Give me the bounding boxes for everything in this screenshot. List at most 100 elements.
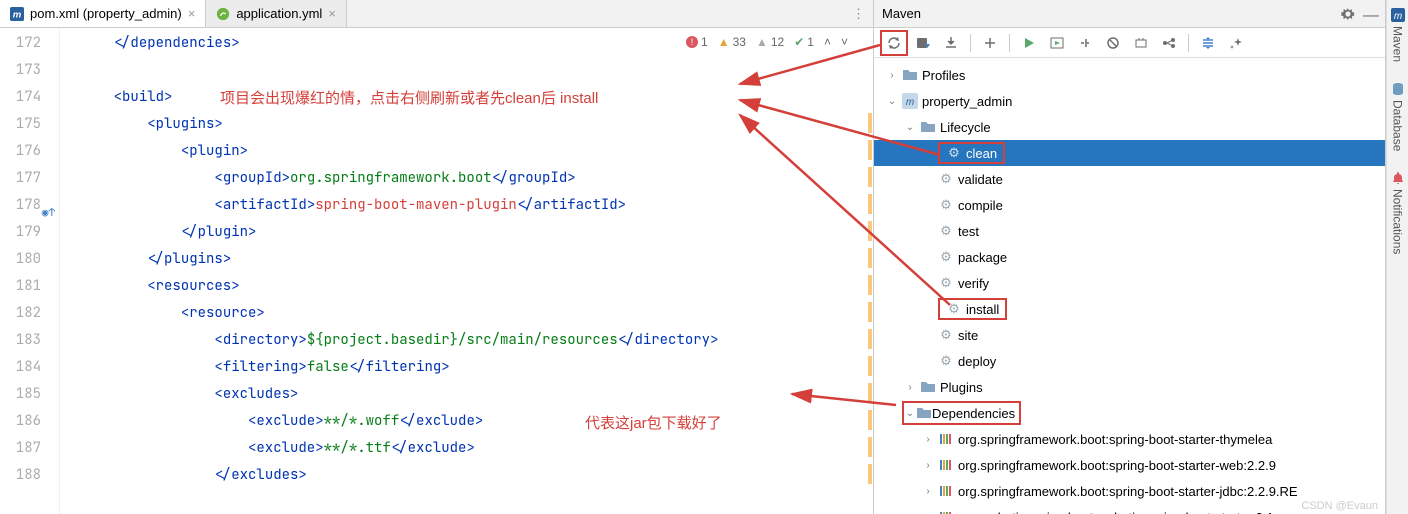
node-label: compile	[958, 198, 1003, 213]
line-number: 175	[0, 111, 41, 138]
show-deps-button[interactable]	[1156, 31, 1182, 55]
database-icon	[1391, 82, 1405, 96]
library-icon	[938, 483, 954, 499]
node-label: org.springframework.boot:spring-boot-sta…	[958, 432, 1272, 447]
settings-button[interactable]	[1223, 31, 1249, 55]
folder-icon	[920, 119, 936, 135]
lifecycle-validate[interactable]: ⚙ validate	[874, 166, 1385, 192]
tab-yml[interactable]: application.yml ×	[206, 0, 347, 27]
lifecycle-package[interactable]: ⚙ package	[874, 244, 1385, 270]
reload-highlight-box	[880, 30, 908, 56]
code-line[interactable]: <resource>	[80, 300, 863, 327]
code-line[interactable]: <exclude>**/*.woff</exclude>	[80, 408, 863, 435]
download-button[interactable]	[938, 31, 964, 55]
node-label: Lifecycle	[940, 120, 991, 135]
close-icon[interactable]: ×	[328, 6, 336, 21]
code-line[interactable]: </plugin>	[80, 219, 863, 246]
code-line[interactable]: </dependencies>	[80, 30, 863, 57]
lifecycle-install[interactable]: ⚙ install	[874, 296, 1385, 322]
code-line[interactable]: <artifactId>spring-boot-maven-plugin</ar…	[80, 192, 863, 219]
node-label: Plugins	[940, 380, 983, 395]
code-line[interactable]: <exclude>**/*.ttf</exclude>	[80, 435, 863, 462]
tree-profiles[interactable]: › Profiles	[874, 62, 1385, 88]
gear-icon: ⚙	[938, 249, 954, 265]
node-label: install	[966, 302, 999, 317]
line-number: 186	[0, 408, 41, 435]
code-line[interactable]: </plugins>	[80, 246, 863, 273]
code-line[interactable]: <groupId>org.springframework.boot</group…	[80, 165, 863, 192]
code-line[interactable]: <filtering>false</filtering>	[80, 354, 863, 381]
add-button[interactable]	[977, 31, 1003, 55]
tree-dependencies[interactable]: ⌄ Dependencies	[874, 400, 1385, 426]
code-line[interactable]: </excludes>	[80, 462, 863, 489]
reload-button[interactable]	[882, 31, 906, 55]
run-config-button[interactable]	[1044, 31, 1070, 55]
node-label: site	[958, 328, 978, 343]
run-button[interactable]	[1016, 31, 1042, 55]
editor-pane: m pom.xml (property_admin) × application…	[0, 0, 874, 514]
lifecycle-clean[interactable]: ⚙clean	[874, 140, 1385, 166]
rail-maven[interactable]: m Maven	[1391, 8, 1405, 62]
gear-icon: ⚙	[938, 171, 954, 187]
tab-pom[interactable]: m pom.xml (property_admin) ×	[0, 0, 206, 27]
code-line[interactable]	[80, 57, 863, 84]
lifecycle-verify[interactable]: ⚙ verify	[874, 270, 1385, 296]
close-icon[interactable]: ×	[188, 6, 196, 21]
svg-text:m: m	[13, 9, 22, 20]
line-number: 172	[0, 30, 41, 57]
library-icon	[938, 431, 954, 447]
library-icon	[938, 509, 954, 514]
line-number: 173	[0, 57, 41, 84]
offline-button[interactable]	[1128, 31, 1154, 55]
code-line[interactable]: <resources>	[80, 273, 863, 300]
code-line[interactable]: <plugins>	[80, 111, 863, 138]
svg-text:m: m	[1393, 11, 1401, 22]
lifecycle-deploy[interactable]: ⚙ deploy	[874, 348, 1385, 374]
node-label: test	[958, 224, 979, 239]
toggle-skip-tests-button[interactable]	[1072, 31, 1098, 55]
maven-tool-window: Maven — › Profiles⌄m property_admin⌄ Lif…	[874, 0, 1386, 514]
node-label: org.springframework.boot:spring-boot-sta…	[958, 484, 1298, 499]
tabs-more-icon[interactable]: ⋮	[844, 6, 873, 22]
gear-icon[interactable]	[1341, 7, 1355, 21]
minimize-icon[interactable]: —	[1363, 7, 1377, 21]
line-number: 177	[0, 165, 41, 192]
node-label: package	[958, 250, 1007, 265]
node-label: deploy	[958, 354, 996, 369]
tree-plugins[interactable]: › Plugins	[874, 374, 1385, 400]
skip-tests-button[interactable]	[1100, 31, 1126, 55]
folder-icon	[920, 379, 936, 395]
node-label: org.springframework.boot:spring-boot-sta…	[958, 458, 1276, 473]
node-label: clean	[966, 146, 997, 161]
svg-text:m: m	[906, 97, 914, 108]
node-label: Dependencies	[932, 406, 1015, 421]
gear-icon: ⚙	[946, 301, 962, 317]
lifecycle-compile[interactable]: ⚙ compile	[874, 192, 1385, 218]
lifecycle-test[interactable]: ⚙ test	[874, 218, 1385, 244]
rail-database[interactable]: Database	[1391, 82, 1405, 151]
code-line[interactable]: <excludes>	[80, 381, 863, 408]
dependency-item[interactable]: › org.springframework.boot:spring-boot-s…	[874, 452, 1385, 478]
line-number: 178◉↑	[0, 192, 41, 219]
line-number: 174	[0, 84, 41, 111]
line-number: 184	[0, 354, 41, 381]
rail-notifications[interactable]: Notifications	[1391, 171, 1405, 254]
maven-tree[interactable]: › Profiles⌄m property_admin⌄ Lifecycle ⚙…	[874, 58, 1385, 514]
gear-icon: ⚙	[938, 353, 954, 369]
generate-sources-button[interactable]	[910, 31, 936, 55]
tree-project[interactable]: ⌄m property_admin	[874, 88, 1385, 114]
collapse-button[interactable]	[1195, 31, 1221, 55]
line-number: 181	[0, 273, 41, 300]
lifecycle-site[interactable]: ⚙ site	[874, 322, 1385, 348]
dependency-item[interactable]: › org.springframework.boot:spring-boot-s…	[874, 426, 1385, 452]
right-tool-rail: m Maven Database Notifications	[1386, 0, 1408, 514]
editor-tabs: m pom.xml (property_admin) × application…	[0, 0, 873, 28]
code-line[interactable]: <directory>${project.basedir}/src/main/r…	[80, 327, 863, 354]
code-line[interactable]: <build>	[80, 84, 863, 111]
code-content[interactable]: </dependencies> <build> <plugins> <plugi…	[60, 28, 863, 514]
code-editor[interactable]: 172173174175176177178◉↑17918018118218318…	[0, 28, 873, 514]
code-line[interactable]: <plugin>	[80, 138, 863, 165]
tree-lifecycle[interactable]: ⌄ Lifecycle	[874, 114, 1385, 140]
folder-icon	[902, 67, 918, 83]
maven-toolbar	[874, 28, 1385, 58]
